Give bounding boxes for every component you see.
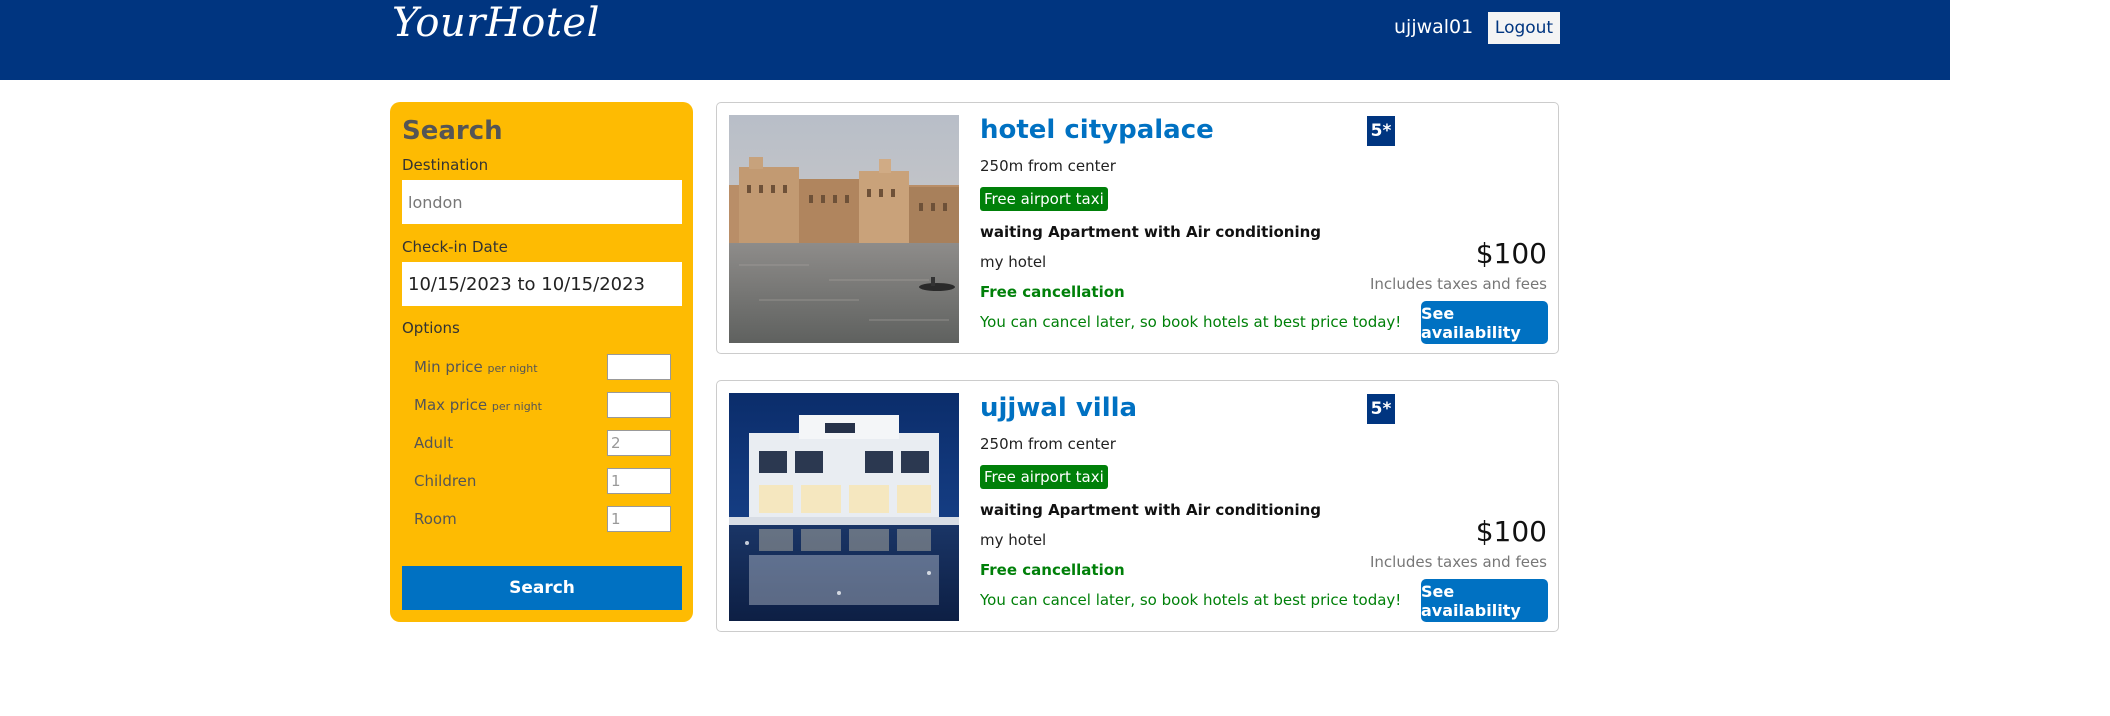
- search-panel: Search Destination london Check-in Date …: [390, 102, 693, 622]
- taxi-badge: Free airport taxi: [980, 465, 1108, 489]
- cancel-title: Free cancellation: [980, 283, 1125, 301]
- rating-badge: 5*: [1367, 394, 1395, 424]
- option-children: Children 1: [414, 468, 684, 496]
- cancel-subtitle: You can cancel later, so book hotels at …: [980, 313, 1402, 331]
- search-panel-title: Search: [402, 116, 503, 146]
- hotel-name-link[interactable]: hotel citypalace: [980, 115, 1214, 145]
- destination-label: Destination: [402, 156, 489, 174]
- date-range-field[interactable]: 10/15/2023 to 10/15/2023: [402, 262, 682, 306]
- cancel-subtitle: You can cancel later, so book hotels at …: [980, 591, 1402, 609]
- hotel-card: hotel citypalace 5* 250m from center Fre…: [716, 102, 1559, 354]
- hotel-image[interactable]: [729, 115, 959, 343]
- destination-input[interactable]: london: [402, 180, 682, 224]
- hotel-features: my hotel: [980, 531, 1047, 549]
- date-range-value: 10/15/2023 to 10/15/2023: [408, 273, 646, 295]
- min-price-input[interactable]: [607, 354, 671, 380]
- option-min-price: Min price per night: [414, 354, 684, 382]
- option-label: Adult: [414, 434, 454, 452]
- options-label: Options: [402, 319, 460, 337]
- hotel-name-link[interactable]: ujjwal villa: [980, 393, 1137, 423]
- option-max-price: Max price per night: [414, 392, 684, 420]
- option-room: Room 1: [414, 506, 684, 534]
- destination-value: london: [408, 192, 463, 212]
- option-label: Max price per night: [414, 396, 542, 414]
- price: $100: [1475, 237, 1547, 270]
- room-subtitle: waiting Apartment with Air conditioning: [980, 501, 1322, 519]
- logout-button[interactable]: Logout: [1488, 12, 1560, 44]
- option-label: Room: [414, 510, 457, 528]
- navbar: YourHotel ujjwal01 Logout: [0, 0, 1950, 80]
- distance-text: 250m from center: [980, 435, 1116, 453]
- price: $100: [1475, 515, 1547, 548]
- option-label: Min price per night: [414, 358, 538, 376]
- room-input[interactable]: 1: [607, 506, 671, 532]
- checkin-label: Check-in Date: [402, 238, 508, 256]
- hotel-features: my hotel: [980, 253, 1047, 271]
- username: ujjwal01: [1394, 16, 1474, 38]
- adult-input[interactable]: 2: [607, 430, 671, 456]
- tax-note: Includes taxes and fees: [1369, 553, 1547, 571]
- distance-text: 250m from center: [980, 157, 1116, 175]
- max-price-input[interactable]: [607, 392, 671, 418]
- room-subtitle: waiting Apartment with Air conditioning: [980, 223, 1322, 241]
- children-input[interactable]: 1: [607, 468, 671, 494]
- cancel-title: Free cancellation: [980, 561, 1125, 579]
- logo[interactable]: YourHotel: [392, 0, 600, 46]
- search-button[interactable]: Search: [402, 566, 682, 610]
- taxi-badge: Free airport taxi: [980, 187, 1108, 211]
- option-adult: Adult 2: [414, 430, 684, 458]
- see-availability-button[interactable]: See availability: [1421, 301, 1548, 344]
- option-label: Children: [414, 472, 477, 490]
- see-availability-button[interactable]: See availability: [1421, 579, 1548, 622]
- rating-badge: 5*: [1367, 116, 1395, 146]
- tax-note: Includes taxes and fees: [1369, 275, 1547, 293]
- hotel-card: ujjwal villa 5* 250m from center Free ai…: [716, 380, 1559, 632]
- hotel-image[interactable]: [729, 393, 959, 621]
